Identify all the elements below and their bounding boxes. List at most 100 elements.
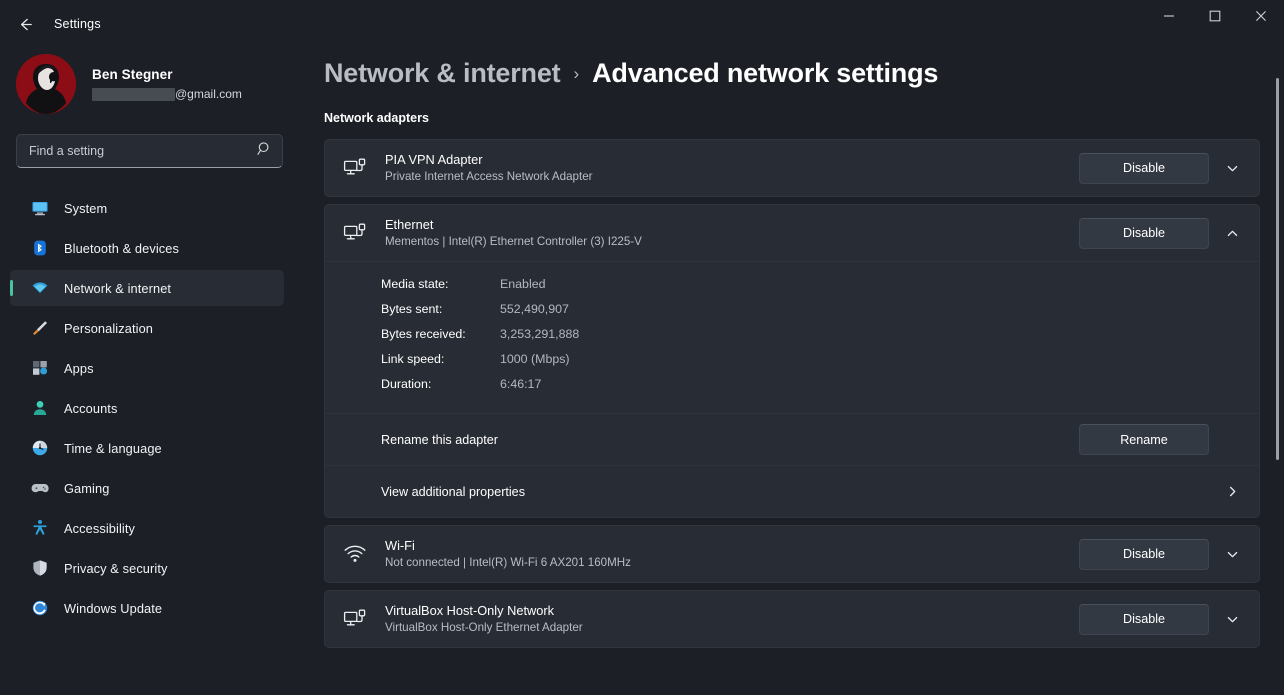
adapter-text: Wi-Fi Not connected | Intel(R) Wi-Fi 6 A… [385,537,1079,571]
disable-button[interactable]: Disable [1079,217,1209,249]
property-key: Link speed: [381,352,445,366]
update-refresh-icon [30,598,50,618]
sidebar-item-label: Personalization [64,320,153,336]
sidebar-item-bluetooth-devices[interactable]: Bluetooth & devices [10,230,284,266]
profile-block[interactable]: Ben Stegner @gmail.com [0,48,300,114]
adapter-list: PIA VPN Adapter Private Internet Access … [324,139,1284,648]
back-button[interactable] [8,7,42,41]
shield-icon [30,558,50,578]
ethernet-adapter-icon [341,154,369,182]
close-button[interactable] [1238,0,1284,32]
adapter-name: PIA VPN Adapter [385,152,483,167]
adapter-header[interactable]: PIA VPN Adapter Private Internet Access … [325,140,1259,196]
sidebar-item-label: Accessibility [64,520,135,536]
adapter-description: Not connected | Intel(R) Wi-Fi 6 AX201 1… [385,556,631,569]
sidebar-item-label: Gaming [64,480,110,496]
sidebar-item-accessibility[interactable]: Accessibility [10,510,284,546]
email-redaction-bar [92,87,175,101]
rename-adapter-label: Rename this adapter [381,432,498,447]
chevron-down-icon[interactable] [1215,151,1249,185]
close-icon [1256,11,1266,21]
adapter-details: Media state: Enabled Bytes sent: 552,490… [325,261,1259,413]
disable-button[interactable]: Disable [1079,538,1209,570]
monitor-icon [30,198,50,218]
adapter-header[interactable]: Wi-Fi Not connected | Intel(R) Wi-Fi 6 A… [325,526,1259,582]
adapter-header[interactable]: VirtualBox Host-Only Network VirtualBox … [325,591,1259,647]
adapter-name: VirtualBox Host-Only Network [385,603,555,618]
wifi-adapter-icon [341,540,369,568]
sidebar-item-label: Accounts [64,400,118,416]
minimize-button[interactable] [1146,0,1192,32]
table-row: Media state: Enabled [325,272,1259,297]
paintbrush-icon [30,318,50,338]
property-value: 1000 (Mbps) [500,352,570,366]
breadcrumb-parent-link[interactable]: Network & internet [324,58,561,89]
chevron-up-icon[interactable] [1215,216,1249,250]
property-key: Media state: [381,277,449,291]
accessibility-icon [30,518,50,538]
adapter-description: Private Internet Access Network Adapter [385,170,593,183]
property-value: 552,490,907 [500,302,569,316]
chevron-right-icon: › [573,64,580,83]
apps-grid-icon [30,358,50,378]
disable-button[interactable]: Disable [1079,152,1209,184]
rename-adapter-row: Rename this adapter Rename [325,413,1259,465]
minimize-icon [1164,15,1174,17]
sidebar-item-label: Windows Update [64,600,163,616]
main-content: Network & internet › Advanced network se… [300,48,1284,695]
sidebar-item-network-internet[interactable]: Network & internet [10,270,284,306]
search-container: Find a setting [0,112,300,168]
adapter-header[interactable]: Ethernet Mementos | Intel(R) Ethernet Co… [325,205,1259,261]
maximize-button[interactable] [1192,0,1238,32]
adapter-card-ethernet: Ethernet Mementos | Intel(R) Ethernet Co… [324,204,1260,518]
chevron-right-icon [1215,475,1249,509]
adapter-description: Mementos | Intel(R) Ethernet Controller … [385,235,642,248]
ethernet-adapter-icon [341,219,369,247]
sidebar-item-apps[interactable]: Apps [10,350,284,386]
table-row: Duration: 6:46:17 [325,372,1259,397]
adapter-text: VirtualBox Host-Only Network VirtualBox … [385,602,1079,636]
scrollbar-thumb[interactable] [1276,78,1279,460]
title-bar: Settings [0,0,1284,48]
sidebar-item-privacy-security[interactable]: Privacy & security [10,550,284,586]
adapter-card-pia-vpn: PIA VPN Adapter Private Internet Access … [324,139,1260,197]
sidebar-item-windows-update[interactable]: Windows Update [10,590,284,626]
chevron-down-icon[interactable] [1215,537,1249,571]
sidebar-item-label: Bluetooth & devices [64,240,180,256]
breadcrumb: Network & internet › Advanced network se… [324,48,1284,89]
user-avatar-icon [16,54,76,114]
table-row: Link speed: 1000 (Mbps) [325,347,1259,372]
sidebar-item-label: Apps [64,360,94,376]
avatar [16,54,76,114]
sidebar: Ben Stegner @gmail.com Find a setting Sy… [0,48,300,695]
sidebar-item-accounts[interactable]: Accounts [10,390,284,426]
sidebar-item-system[interactable]: System [10,190,284,226]
window-controls [1146,0,1284,48]
sidebar-item-gaming[interactable]: Gaming [10,470,284,506]
page-title: Advanced network settings [592,58,939,88]
disable-button[interactable]: Disable [1079,603,1209,635]
property-value: 6:46:17 [500,377,542,391]
rename-button[interactable]: Rename [1079,424,1209,455]
window-title: Settings [54,17,101,31]
profile-email: @gmail.com [92,86,242,102]
scrollbar[interactable] [1276,48,1280,695]
person-icon [30,398,50,418]
sidebar-item-time-language[interactable]: Time & language [10,430,284,466]
ethernet-adapter-icon [341,605,369,633]
adapter-name: Wi-Fi [385,538,415,553]
view-additional-properties-row[interactable]: View additional properties [325,465,1259,517]
bluetooth-icon [30,238,50,258]
sidebar-nav: System Bluetooth & devices Network & int… [0,190,300,626]
adapter-text: Ethernet Mementos | Intel(R) Ethernet Co… [385,216,1079,250]
property-key: Bytes sent: [381,302,443,316]
profile-text: Ben Stegner @gmail.com [92,66,242,102]
sidebar-item-personalization[interactable]: Personalization [10,310,284,346]
adapter-properties-table: Media state: Enabled Bytes sent: 552,490… [325,272,1259,397]
sidebar-item-label: Time & language [64,440,162,456]
email-domain: @gmail.com [175,87,242,101]
table-row: Bytes received: 3,253,291,888 [325,322,1259,347]
chevron-down-icon[interactable] [1215,602,1249,636]
adapter-description: VirtualBox Host-Only Ethernet Adapter [385,621,583,634]
search-input[interactable]: Find a setting [16,134,283,168]
